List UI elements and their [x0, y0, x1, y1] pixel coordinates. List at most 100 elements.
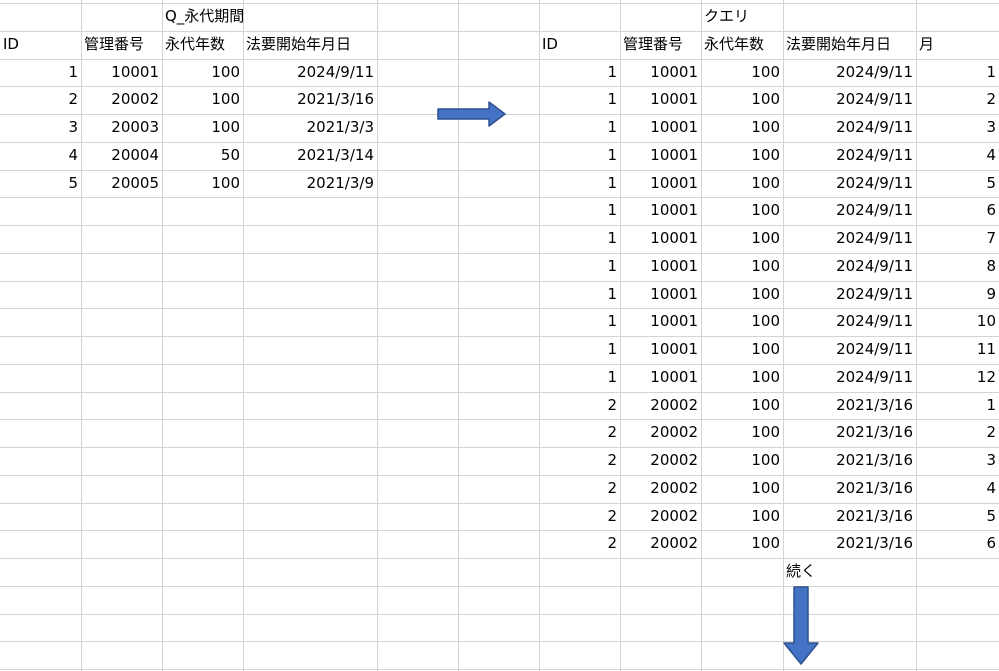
right-data-cell[interactable]: 6	[916, 197, 999, 224]
arrow-right-icon[interactable]	[437, 101, 507, 127]
right-data-cell[interactable]: 100	[701, 59, 783, 86]
right-data-cell[interactable]: 2024/9/11	[783, 225, 916, 252]
left-data-cell[interactable]: 100	[162, 59, 243, 86]
arrow-down-icon[interactable]	[782, 586, 820, 666]
right-data-cell[interactable]: 2024/9/11	[783, 253, 916, 280]
right-data-cell[interactable]: 10001	[620, 308, 701, 335]
right-data-cell[interactable]: 10001	[620, 114, 701, 141]
right-data-cell[interactable]: 100	[701, 281, 783, 308]
right-data-cell[interactable]: 100	[701, 142, 783, 169]
right-data-cell[interactable]: 1	[539, 281, 620, 308]
right-data-cell[interactable]: 5	[916, 503, 999, 530]
right-data-cell[interactable]: 10001	[620, 225, 701, 252]
right-data-cell[interactable]: 100	[701, 86, 783, 113]
left-data-cell[interactable]: 100	[162, 114, 243, 141]
right-data-cell[interactable]: 10001	[620, 281, 701, 308]
right-data-cell[interactable]: 100	[701, 114, 783, 141]
right-data-cell[interactable]: 2024/9/11	[783, 170, 916, 197]
right-data-cell[interactable]: 2024/9/11	[783, 142, 916, 169]
right-data-cell[interactable]: 1	[539, 336, 620, 363]
right-data-cell[interactable]: 100	[701, 170, 783, 197]
right-data-cell[interactable]: 6	[916, 530, 999, 557]
left-data-cell[interactable]: 2	[0, 86, 81, 113]
right-header-cell[interactable]: ID	[539, 31, 620, 58]
right-data-cell[interactable]: 1	[539, 170, 620, 197]
right-data-cell[interactable]: 100	[701, 392, 783, 419]
right-data-cell[interactable]: 1	[539, 308, 620, 335]
right-data-cell[interactable]: 2024/9/11	[783, 308, 916, 335]
right-data-cell[interactable]: 2	[539, 447, 620, 474]
right-data-cell[interactable]: 2024/9/11	[783, 114, 916, 141]
right-data-cell[interactable]: 2024/9/11	[783, 197, 916, 224]
left-header-cell[interactable]: 永代年数	[162, 31, 243, 58]
left-header-cell[interactable]: 法要開始年月日	[243, 31, 377, 58]
left-data-cell[interactable]: 100	[162, 86, 243, 113]
right-data-cell[interactable]: 2	[539, 530, 620, 557]
right-data-cell[interactable]: 10001	[620, 364, 701, 391]
left-header-cell[interactable]: 管理番号	[81, 31, 162, 58]
right-data-cell[interactable]: 20002	[620, 419, 701, 446]
left-data-cell[interactable]: 10001	[81, 59, 162, 86]
right-data-cell[interactable]: 10001	[620, 59, 701, 86]
right-data-cell[interactable]: 20002	[620, 503, 701, 530]
right-header-cell[interactable]: 月	[916, 31, 999, 58]
left-data-cell[interactable]: 2021/3/9	[243, 170, 377, 197]
left-data-cell[interactable]: 2021/3/3	[243, 114, 377, 141]
right-data-cell[interactable]: 100	[701, 308, 783, 335]
right-data-cell[interactable]: 100	[701, 364, 783, 391]
left-data-cell[interactable]: 5	[0, 170, 81, 197]
left-data-cell[interactable]: 50	[162, 142, 243, 169]
right-data-cell[interactable]: 3	[916, 447, 999, 474]
right-data-cell[interactable]: 10001	[620, 86, 701, 113]
right-data-cell[interactable]: 20002	[620, 530, 701, 557]
right-data-cell[interactable]: 4	[916, 475, 999, 502]
right-data-cell[interactable]: 10001	[620, 197, 701, 224]
right-data-cell[interactable]: 10	[916, 308, 999, 335]
right-data-cell[interactable]: 20002	[620, 392, 701, 419]
left-data-cell[interactable]: 20002	[81, 86, 162, 113]
right-table-title[interactable]: クエリ	[701, 3, 783, 30]
right-data-cell[interactable]: 10001	[620, 253, 701, 280]
left-data-cell[interactable]: 2021/3/16	[243, 86, 377, 113]
right-data-cell[interactable]: 100	[701, 447, 783, 474]
right-data-cell[interactable]: 8	[916, 253, 999, 280]
right-data-cell[interactable]: 2	[539, 475, 620, 502]
spreadsheet-grid[interactable]: Q_永代期間 ID 管理番号 永代年数 法要開始年月日 1 10001 100 2024/9/1…	[0, 0, 999, 671]
right-data-cell[interactable]: 9	[916, 281, 999, 308]
left-data-cell[interactable]: 20005	[81, 170, 162, 197]
right-data-cell[interactable]: 4	[916, 142, 999, 169]
left-data-cell[interactable]: 4	[0, 142, 81, 169]
right-data-cell[interactable]: 100	[701, 475, 783, 502]
right-data-cell[interactable]: 1	[916, 392, 999, 419]
right-data-cell[interactable]: 2024/9/11	[783, 281, 916, 308]
right-data-cell[interactable]: 1	[539, 114, 620, 141]
right-data-cell[interactable]: 2024/9/11	[783, 364, 916, 391]
right-data-cell[interactable]: 2021/3/16	[783, 419, 916, 446]
right-data-cell[interactable]: 100	[701, 503, 783, 530]
right-header-cell[interactable]: 永代年数	[701, 31, 783, 58]
right-data-cell[interactable]: 3	[916, 114, 999, 141]
left-data-cell[interactable]: 1	[0, 59, 81, 86]
right-data-cell[interactable]: 12	[916, 364, 999, 391]
right-data-cell[interactable]: 2021/3/16	[783, 503, 916, 530]
right-data-cell[interactable]: 2	[539, 392, 620, 419]
right-data-cell[interactable]: 5	[916, 170, 999, 197]
right-data-cell[interactable]: 2	[916, 419, 999, 446]
continue-note[interactable]: 続く	[783, 558, 916, 585]
right-header-cell[interactable]: 法要開始年月日	[783, 31, 916, 58]
right-data-cell[interactable]: 100	[701, 530, 783, 557]
right-data-cell[interactable]: 10001	[620, 170, 701, 197]
right-data-cell[interactable]: 2024/9/11	[783, 86, 916, 113]
right-data-cell[interactable]: 20002	[620, 447, 701, 474]
right-data-cell[interactable]: 1	[539, 364, 620, 391]
right-data-cell[interactable]: 2021/3/16	[783, 392, 916, 419]
left-data-cell[interactable]: 20004	[81, 142, 162, 169]
right-data-cell[interactable]: 100	[701, 197, 783, 224]
left-data-cell[interactable]: 3	[0, 114, 81, 141]
right-data-cell[interactable]: 100	[701, 253, 783, 280]
right-data-cell[interactable]: 2024/9/11	[783, 59, 916, 86]
right-data-cell[interactable]: 2	[916, 86, 999, 113]
right-data-cell[interactable]: 2	[539, 503, 620, 530]
right-data-cell[interactable]: 20002	[620, 475, 701, 502]
left-table-title[interactable]: Q_永代期間	[162, 3, 377, 30]
